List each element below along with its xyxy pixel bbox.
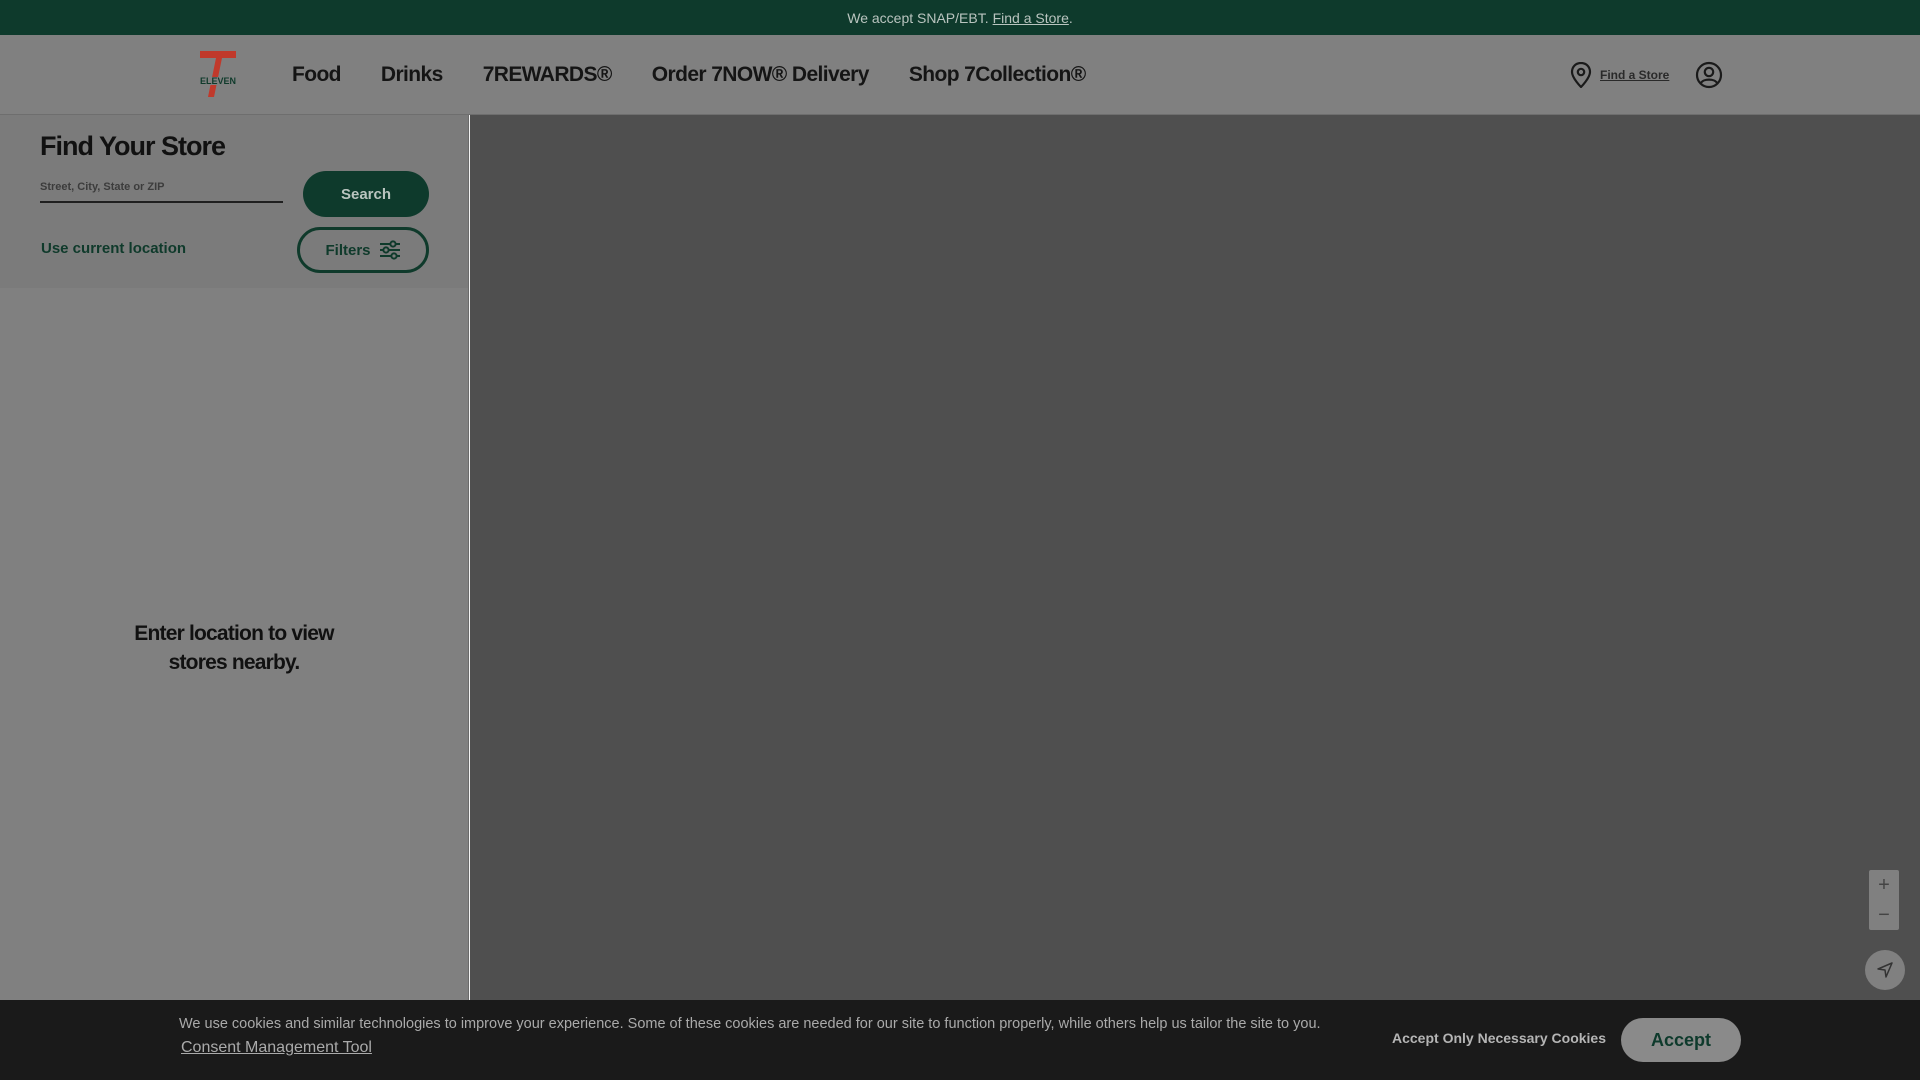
map-zoom-controls: + −: [1869, 870, 1899, 930]
cookie-consent-bar: We use cookies and similar technologies …: [0, 1000, 1920, 1080]
nav-food[interactable]: Food: [292, 63, 342, 87]
search-button[interactable]: Search: [303, 171, 429, 217]
location-search-input[interactable]: [40, 173, 283, 203]
use-current-location-link[interactable]: Use current location: [41, 240, 186, 257]
main-nav: Food Drinks 7REWARDS® Order 7NOW® Delive…: [292, 35, 1126, 115]
locate-me-button[interactable]: [1865, 950, 1905, 990]
filters-label: Filters: [325, 241, 371, 259]
zoom-out-button[interactable]: −: [1869, 900, 1899, 930]
zoom-in-button[interactable]: +: [1869, 870, 1899, 900]
cookie-message: We use cookies and similar technologies …: [179, 1016, 1321, 1032]
seven-eleven-logo[interactable]: ELEVEN: [198, 49, 238, 99]
nav-shop-7collection[interactable]: Shop 7Collection®: [909, 63, 1086, 87]
banner-text: We accept SNAP/EBT.: [847, 9, 989, 26]
header-utilities: Find a Store: [1570, 35, 1723, 115]
empty-results-message: Enter location to view stores nearby.: [0, 619, 468, 677]
header-find-store-link[interactable]: Find a Store: [1600, 68, 1669, 82]
accept-necessary-cookies-button[interactable]: Accept Only Necessary Cookies: [1392, 1030, 1606, 1046]
sliders-icon: [379, 240, 400, 260]
accept-cookies-button[interactable]: Accept: [1621, 1018, 1741, 1062]
page-title: Find Your Store: [40, 131, 226, 161]
svg-text:ELEVEN: ELEVEN: [200, 76, 236, 86]
navigation-arrow-icon: [1877, 962, 1893, 978]
site-header: ELEVEN Food Drinks 7REWARDS® Order 7NOW®…: [0, 35, 1920, 115]
store-map[interactable]: [470, 115, 1920, 1000]
store-finder-sidebar: Find Your Store Search Use current locat…: [0, 115, 469, 1000]
account-icon[interactable]: [1695, 61, 1723, 89]
location-pin-icon[interactable]: [1570, 62, 1592, 88]
empty-message-line-2: stores nearby.: [168, 651, 301, 674]
nav-7rewards[interactable]: 7REWARDS®: [483, 63, 613, 87]
empty-message-line-1: Enter location to view: [134, 622, 334, 645]
store-search-panel: Find Your Store Search Use current locat…: [0, 115, 468, 288]
banner-suffix: .: [1068, 9, 1073, 26]
nav-order-7now-delivery[interactable]: Order 7NOW® Delivery: [652, 63, 870, 87]
banner-find-store-link[interactable]: Find a Store: [993, 10, 1069, 26]
snap-ebt-banner: We accept SNAP/EBT. Find a Store .: [0, 0, 1920, 35]
consent-management-link[interactable]: Consent Management Tool: [181, 1039, 372, 1057]
nav-drinks[interactable]: Drinks: [381, 63, 443, 87]
filters-button[interactable]: Filters: [297, 227, 429, 273]
